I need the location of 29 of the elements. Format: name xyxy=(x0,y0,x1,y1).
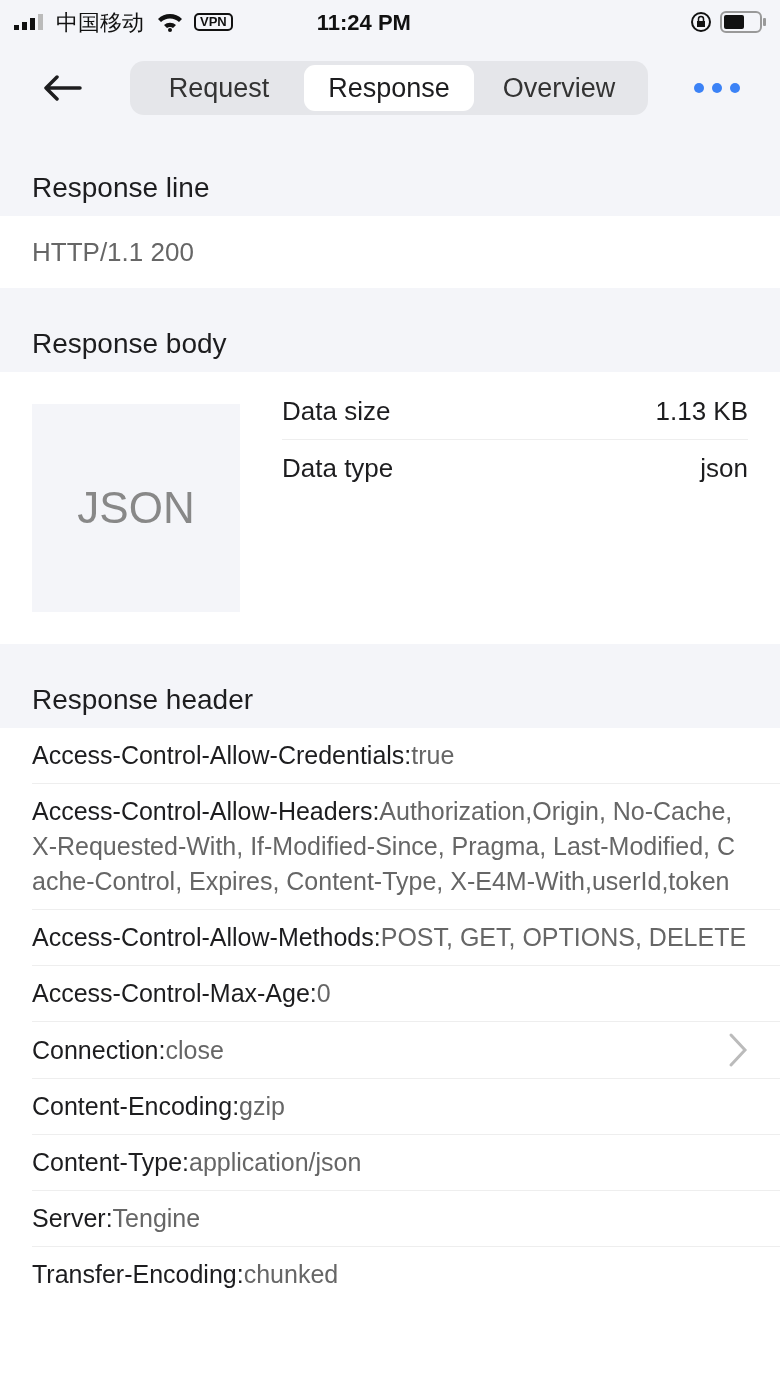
header-entry: Connection:close xyxy=(32,1034,225,1066)
signal-icon xyxy=(14,14,44,30)
rotation-lock-icon xyxy=(690,11,712,33)
section-title: Response header xyxy=(32,684,254,715)
header-entry: Server:Tengine xyxy=(32,1203,202,1234)
carrier-name: 中国移动 xyxy=(56,8,144,37)
json-preview: JSON xyxy=(32,404,240,612)
section-title: Response line xyxy=(32,172,210,203)
detail-label: Data size xyxy=(282,395,391,428)
header-entry: Transfer-Encoding:chunked xyxy=(32,1259,340,1290)
status-line: HTTP/1.1 200 xyxy=(32,235,194,269)
battery-icon xyxy=(720,11,766,33)
header-entry: Access-Control-Allow-Methods:POST, GET, OPTIONS, DELETE xyxy=(32,922,748,953)
clock-time: 11:24 PM xyxy=(316,8,411,37)
detail-value: 1.13 KB xyxy=(655,395,748,428)
section-title: Response body xyxy=(32,328,227,359)
header-entry: Content-Encoding:gzip xyxy=(32,1091,286,1122)
vpn-badge: VPN xyxy=(194,13,233,31)
tab[interactable]: Response xyxy=(304,65,474,111)
detail-value: json xyxy=(700,451,748,485)
tab[interactable]: Request xyxy=(134,65,304,111)
header-entry: Access-Control-Allow-Credentials:true xyxy=(32,740,456,771)
wifi-icon xyxy=(156,12,184,32)
header-entry: Access-Control-Allow-Headers:Authorization,Origin, No-Cache, X-Requested-With, If-Modified-Since, Pragma, Last-Modified, Cache-Control, Expires, Content-Type, X-E4M-With,userId,token xyxy=(32,796,737,897)
chevron-right-icon[interactable] xyxy=(728,1032,748,1068)
detail-label: Data type xyxy=(282,451,394,485)
header-entry: Access-Control-Max-Age:0 xyxy=(32,978,332,1009)
tab[interactable]: Overview xyxy=(474,65,644,111)
header-entry: Content-Type:application/json xyxy=(32,1147,363,1178)
